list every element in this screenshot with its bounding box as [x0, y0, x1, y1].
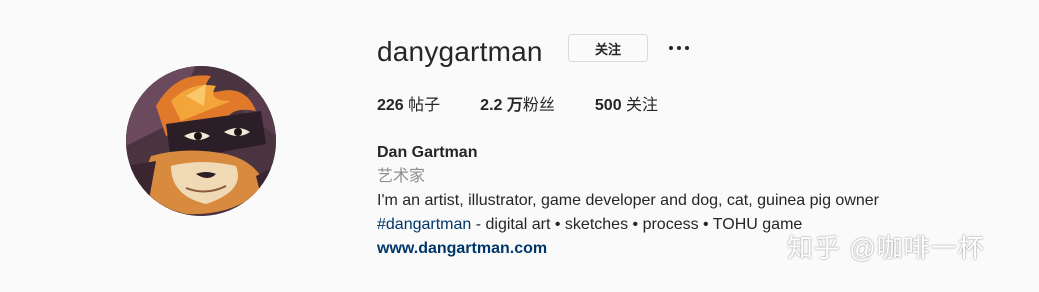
following-count: 500 [594, 97, 622, 114]
bio-line-1: I'm an artist, illustrator, game develop… [377, 192, 880, 209]
avatar[interactable] [126, 66, 276, 216]
more-options-button[interactable] [665, 36, 693, 60]
posts-stat: 226 帖子 [377, 96, 440, 116]
display-name: Dan Gartman [377, 144, 478, 161]
profile-page: danygartman 关注 226 帖子 2.2 万粉丝 500 关注 Dan… [0, 0, 1039, 292]
followers-stat[interactable]: 2.2 万粉丝 [480, 96, 555, 116]
followers-label: 粉丝 [522, 97, 555, 114]
profile-stats: 226 帖子 2.2 万粉丝 500 关注 [377, 96, 698, 116]
hashtag-link[interactable]: #dangartman [377, 216, 471, 233]
username: danygartman [377, 36, 543, 67]
more-horizontal-icon [667, 46, 691, 50]
follow-button[interactable]: 关注 [568, 34, 648, 62]
watermark: 知乎 @咖啡一杯 [787, 233, 985, 263]
followers-count: 2.2 万 [480, 97, 523, 114]
posts-count: 226 [377, 97, 404, 114]
posts-label: 帖子 [408, 97, 441, 114]
category-label: 艺术家 [377, 168, 426, 185]
bio-line-2-text: - digital art • sketches • process • TOH… [471, 216, 803, 233]
following-label: 关注 [626, 97, 659, 114]
following-stat[interactable]: 500 关注 [595, 96, 658, 116]
avatar-illustration [126, 66, 276, 216]
